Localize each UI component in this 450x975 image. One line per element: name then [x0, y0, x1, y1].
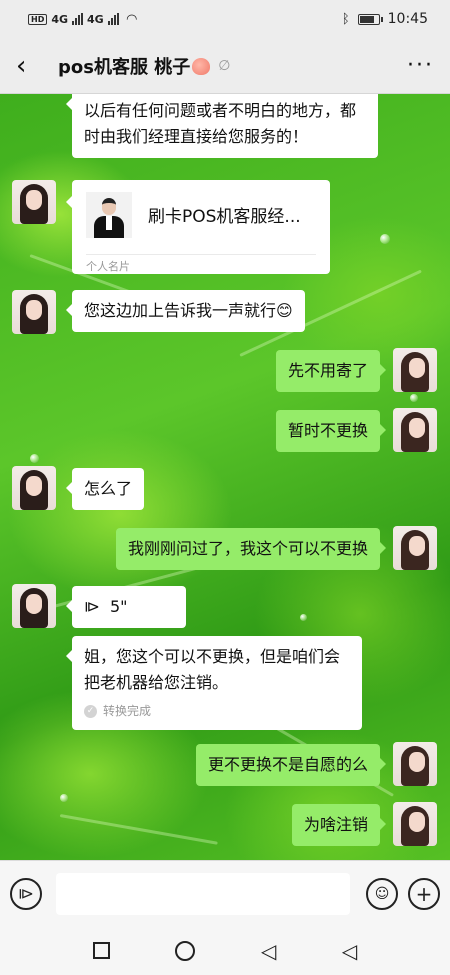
status-bar: HD 4G 4G ◠ ᛒ 10:45	[0, 0, 450, 38]
incoming-message[interactable]: 以后有任何问题或者不明白的地方，都时由我们经理直接给您服务的！	[66, 94, 378, 158]
outgoing-message[interactable]: 暂时不更换	[275, 410, 387, 452]
mute-icon: ∅	[218, 57, 231, 74]
voice-mode-icon: ⧐	[18, 884, 34, 903]
emoji-icon: ☺	[374, 885, 390, 902]
my-avatar[interactable]	[393, 742, 437, 786]
background-water-drop	[410, 394, 418, 402]
background-leaf-vein	[59, 814, 218, 845]
outgoing-message[interactable]: 更不更换不是自愿的么	[195, 744, 387, 786]
chat-title: pos机客服 桃子	[58, 53, 211, 79]
card-contact-name: 刷卡POS机客服经...	[148, 207, 301, 227]
card-profile-photo	[86, 192, 132, 238]
emoji-button[interactable]: ☺	[366, 877, 398, 910]
status-right: ᛒ 10:45	[342, 11, 428, 27]
system-back-icon-secondary[interactable]: ◁	[342, 939, 357, 963]
network-4g-label-1: 4G	[51, 12, 69, 26]
signal-icon-2	[107, 13, 119, 25]
outgoing-message[interactable]: 我刚刚问过了，我这个可以不更换	[115, 528, 387, 570]
message-input[interactable]	[56, 872, 350, 915]
voice-transcript[interactable]: 姐，您这个可以不更换，但是咱们会把老机器给您注销。 ✓ 转换完成	[66, 636, 362, 730]
contact-card-message[interactable]: 刷卡POS机客服经... 个人名片	[66, 180, 330, 274]
status-indicators: HD 4G 4G ◠	[28, 12, 137, 27]
my-avatar[interactable]	[393, 408, 437, 452]
bluetooth-icon: ᛒ	[341, 11, 350, 27]
plus-icon: +	[415, 881, 433, 906]
card-type-label: 个人名片	[86, 260, 130, 273]
input-bar: ⧐ ☺ +	[0, 860, 450, 926]
back-button[interactable]: ‹	[16, 53, 44, 79]
convert-status: ✓ 转换完成	[84, 698, 350, 724]
system-back-button[interactable]: ◁	[261, 939, 276, 963]
chat-area[interactable]: 以后有任何问题或者不明白的地方，都时由我们经理直接给您服务的！ 刷卡POS机客服…	[0, 94, 450, 860]
contact-avatar[interactable]	[12, 180, 56, 224]
convert-status-label: 转换完成	[103, 704, 152, 718]
background-water-drop	[300, 614, 307, 621]
my-avatar[interactable]	[393, 526, 437, 570]
peach-emoji-icon	[192, 57, 211, 75]
contact-avatar[interactable]	[12, 466, 56, 510]
signal-icon-1	[72, 13, 84, 25]
voice-duration: 5"	[110, 597, 128, 616]
more-functions-button[interactable]: +	[408, 877, 440, 910]
transcript-text: 姐，您这个可以不更换，但是咱们会把老机器给您注销。	[84, 647, 341, 692]
background-water-drop	[60, 794, 68, 802]
background-water-drop	[30, 454, 39, 463]
chat-title-text: pos机客服 桃子	[58, 56, 191, 78]
voice-mode-button[interactable]: ⧐	[10, 877, 42, 910]
more-options-button[interactable]: ···	[407, 53, 434, 78]
home-button[interactable]	[175, 940, 196, 961]
message-text: 以后有任何问题或者不明白的地方，都时由我们经理直接给您服务的！	[84, 101, 357, 146]
background-water-drop	[380, 234, 390, 244]
check-icon: ✓	[84, 704, 97, 718]
my-avatar[interactable]	[393, 802, 437, 846]
incoming-message[interactable]: 您这边加上告诉我一声就行😊	[66, 290, 305, 332]
voice-wave-icon: ⧐	[84, 597, 100, 616]
voice-message[interactable]: ⧐ 5"	[66, 586, 186, 628]
chevron-left-icon: ‹	[16, 50, 27, 81]
recent-apps-button[interactable]	[92, 942, 110, 959]
wifi-icon: ◠	[126, 11, 137, 27]
clock: 10:45	[387, 11, 428, 27]
incoming-message[interactable]: 怎么了	[65, 468, 145, 510]
system-navigation-bar: ◁ ◁	[0, 926, 450, 975]
card-divider	[86, 254, 316, 255]
contact-avatar[interactable]	[12, 290, 56, 334]
network-4g-label-2: 4G	[87, 12, 104, 26]
outgoing-message[interactable]: 为啥注销	[291, 804, 387, 846]
outgoing-message[interactable]: 先不用寄了	[275, 350, 387, 392]
battery-icon	[357, 13, 383, 25]
contact-avatar[interactable]	[12, 584, 56, 628]
hd-indicator: HD	[28, 13, 48, 25]
chat-header: ‹ pos机客服 桃子 ∅ ···	[0, 38, 450, 94]
my-avatar[interactable]	[393, 348, 437, 392]
